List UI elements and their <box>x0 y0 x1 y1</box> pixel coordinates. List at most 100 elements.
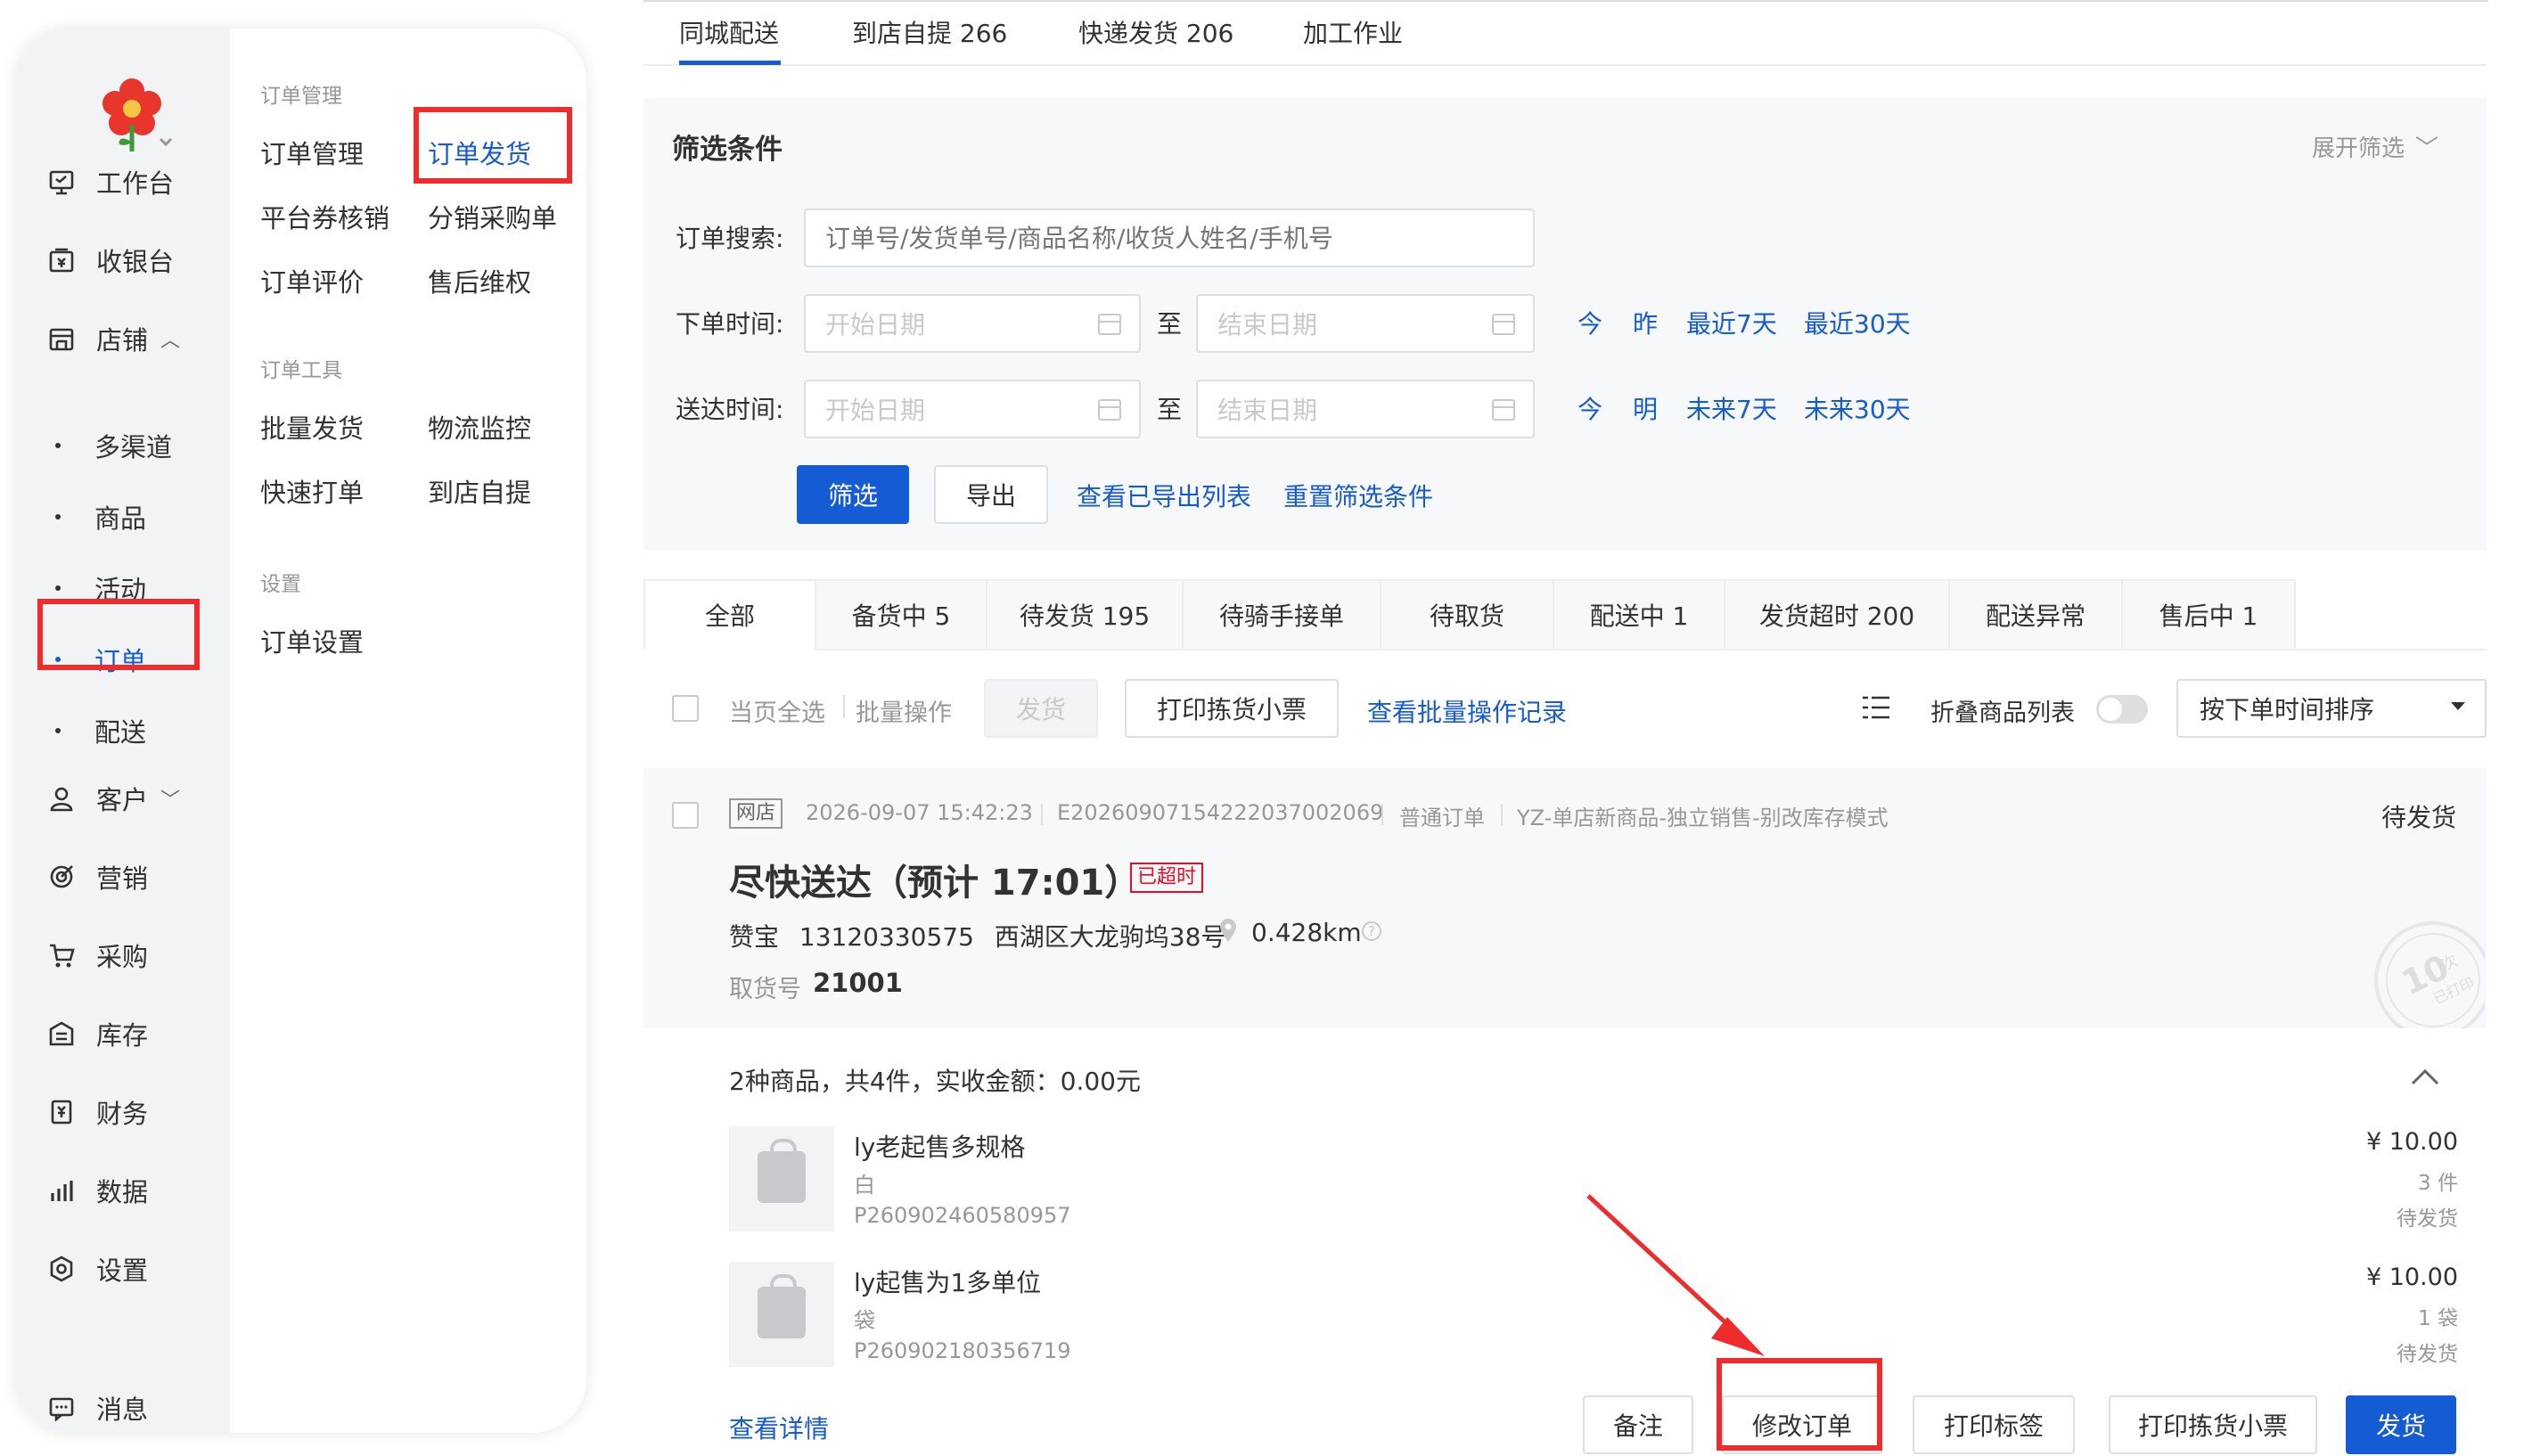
calendar-icon <box>1098 399 1121 421</box>
status-tab-preparing[interactable]: 备货中 5 <box>815 579 987 650</box>
status-tab-delivering[interactable]: 配送中 1 <box>1553 579 1725 650</box>
nav-settings[interactable]: 设置 <box>46 1242 148 1296</box>
product-spec: 袋 <box>854 1308 875 1333</box>
filter-button[interactable]: 筛选 <box>797 465 909 524</box>
tab-processing[interactable]: 加工作业 <box>1303 14 1403 50</box>
quick-today[interactable]: 今 <box>1578 390 1602 426</box>
menu-order-settings[interactable]: 订单设置 <box>260 622 364 659</box>
active-tab-indicator <box>679 61 781 65</box>
calendar-icon <box>1492 399 1515 421</box>
nav-message[interactable]: 消息 <box>46 1381 148 1433</box>
logo-icon[interactable] <box>96 71 178 160</box>
nav-label: 多渠道 <box>94 432 173 462</box>
view-details-link[interactable]: 查看详情 <box>729 1410 829 1445</box>
nav-workbench[interactable]: 工作台 <box>46 155 174 209</box>
product-image[interactable] <box>729 1126 834 1231</box>
highlight-nav-order <box>37 599 200 670</box>
product-status: 待发货 <box>2397 1207 2458 1231</box>
menu-batch-ship[interactable]: 批量发货 <box>260 408 364 446</box>
status-tab-to-pickup[interactable]: 待取货 <box>1380 579 1554 650</box>
nav-cashier[interactable]: 收银台 <box>46 233 174 287</box>
status-tab-all[interactable]: 全部 <box>643 579 816 650</box>
calendar-icon <box>1098 314 1121 335</box>
help-icon[interactable]: ? <box>1362 921 1381 941</box>
order-start-date-input[interactable]: 开始日期 <box>804 294 1141 353</box>
product-code: P260902460580957 <box>854 1203 1071 1228</box>
search-input[interactable] <box>804 209 1535 267</box>
nav-goods[interactable]: 商品 <box>55 490 146 544</box>
view-exported-link[interactable]: 查看已导出列表 <box>1077 478 1251 513</box>
order-end-date-input[interactable]: 结束日期 <box>1196 294 1535 353</box>
divider <box>843 695 845 718</box>
quick-today[interactable]: 今 <box>1578 305 1602 340</box>
nav-inventory[interactable]: 库存 <box>46 1007 148 1060</box>
status-tab-delivery-exception[interactable]: 配送异常 <box>1948 579 2123 650</box>
batch-ship-button[interactable]: 发货 <box>984 679 1098 738</box>
order-checkbox[interactable] <box>672 802 699 829</box>
list-view-icon[interactable] <box>1861 695 1891 720</box>
menu-order-management[interactable]: 订单管理 <box>260 134 364 171</box>
primary-nav: 工作台 收银台 店铺 ︿ 多渠道 商品 活动 订单 配送 客户 ﹀ 营销 采购 <box>16 29 230 1433</box>
nav-delivery[interactable]: 配送 <box>55 704 146 757</box>
nav-marketing[interactable]: 营销 <box>46 850 148 904</box>
menu-quick-print[interactable]: 快速打单 <box>260 472 364 510</box>
menu-order-review[interactable]: 订单评价 <box>260 262 364 299</box>
menu-logistics-monitor[interactable]: 物流监控 <box>428 408 531 446</box>
delivery-end-date-input[interactable]: 结束日期 <box>1196 380 1535 438</box>
status-tab-after-sales[interactable]: 售后中 1 <box>2121 579 2296 650</box>
highlight-modify-order <box>1717 1358 1882 1451</box>
shopping-bag-icon <box>758 1139 806 1203</box>
nav-finance[interactable]: 财务 <box>46 1085 148 1139</box>
quick-next-30-days[interactable]: 未来30天 <box>1804 390 1911 426</box>
reset-filter-link[interactable]: 重置筛选条件 <box>1283 478 1433 513</box>
product-name[interactable]: ly老起售多规格 <box>854 1128 1025 1164</box>
status-tab-to-ship[interactable]: 待发货 195 <box>986 579 1184 650</box>
tab-local-delivery[interactable]: 同城配送 <box>679 14 779 50</box>
nav-shop[interactable]: 店铺 ︿ <box>46 312 180 365</box>
sort-select[interactable]: 按下单时间排序 <box>2176 679 2487 738</box>
menu-distribution-purchase[interactable]: 分销采购单 <box>428 198 557 235</box>
annotation-arrow-icon <box>1578 1185 1791 1363</box>
nav-purchase[interactable]: 采购 <box>46 928 148 982</box>
print-pick-ticket-button[interactable]: 打印拣货小票 <box>2109 1395 2317 1454</box>
status-tab-awaiting-rider[interactable]: 待骑手接单 <box>1182 579 1381 650</box>
print-pick-ticket-button[interactable]: 打印拣货小票 <box>1125 679 1339 738</box>
nav-customer[interactable]: 客户 ﹀ <box>46 772 180 825</box>
product-name[interactable]: ly起售为1多单位 <box>854 1264 1041 1299</box>
quick-tomorrow[interactable]: 明 <box>1633 390 1658 426</box>
menu-store-pickup[interactable]: 到店自提 <box>428 472 531 510</box>
quick-last-30-days[interactable]: 最近30天 <box>1804 305 1911 340</box>
menu-coupon-verify[interactable]: 平台券核销 <box>260 198 389 235</box>
select-all-checkbox[interactable] <box>672 695 699 722</box>
batch-log-link[interactable]: 查看批量操作记录 <box>1367 693 1567 729</box>
status-tab-ship-timeout[interactable]: 发货超时 200 <box>1724 579 1950 650</box>
print-label-button[interactable]: 打印标签 <box>1913 1395 2075 1454</box>
product-image[interactable] <box>729 1262 834 1367</box>
quick-last-7-days[interactable]: 最近7天 <box>1686 305 1777 340</box>
batch-operation-label: 批量操作 <box>856 699 952 727</box>
nav-multichannel[interactable]: 多渠道 <box>55 419 172 472</box>
product-code: P260902180356719 <box>854 1338 1071 1363</box>
delivery-start-date-input[interactable]: 开始日期 <box>804 380 1141 438</box>
bullet-icon <box>55 514 61 519</box>
remark-button[interactable]: 备注 <box>1583 1395 1693 1454</box>
product-quantity: 1 袋 <box>2418 1307 2458 1330</box>
overdue-badge: 已超时 <box>1130 863 1204 893</box>
ship-button[interactable]: 发货 <box>2346 1395 2456 1454</box>
shop-name: YZ-单店新商品-独立销售-别改库存模式 <box>1517 806 1889 830</box>
receiver-name: 赞宝 <box>729 922 780 952</box>
tab-express[interactable]: 快递发货 206 <box>1078 14 1233 50</box>
chevron-up-icon[interactable] <box>2410 1066 2440 1087</box>
fold-goods-toggle[interactable] <box>2096 695 2148 724</box>
nav-label: 收银台 <box>96 247 175 277</box>
nav-data[interactable]: 数据 <box>46 1164 148 1217</box>
quick-next-7-days[interactable]: 未来7天 <box>1686 390 1777 426</box>
tab-store-pickup[interactable]: 到店自提 266 <box>852 14 1007 50</box>
export-button[interactable]: 导出 <box>934 465 1048 524</box>
fold-goods-label: 折叠商品列表 <box>1930 699 2075 727</box>
menu-after-sales[interactable]: 售后维权 <box>428 262 531 299</box>
expand-filter-button[interactable]: 展开筛选 ﹀ <box>2312 130 2438 163</box>
quick-yesterday[interactable]: 昨 <box>1633 305 1658 340</box>
nav-label: 设置 <box>96 1256 149 1286</box>
channel-badge: 网店 <box>729 798 783 829</box>
